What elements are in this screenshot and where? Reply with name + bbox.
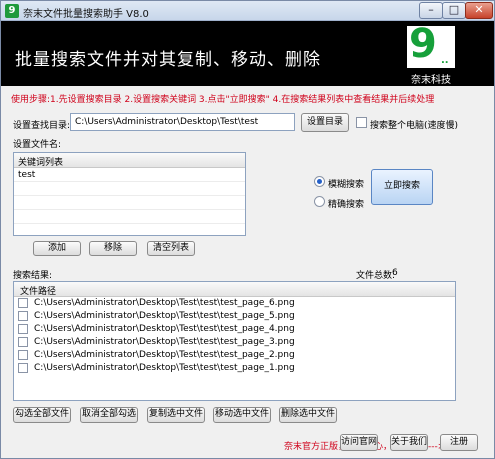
- keyword-list[interactable]: 关键词列表 test: [13, 152, 246, 236]
- result-path: C:\Users\Administrator\Desktop\Test\test…: [34, 311, 295, 321]
- app-icon: 9: [5, 4, 19, 18]
- fuzzy-search-label: 模糊搜索: [328, 180, 365, 190]
- company-logo: 9 ..: [407, 21, 455, 68]
- result-checkbox[interactable]: [18, 298, 28, 308]
- window-title: 奈末文件批量搜索助手 V8.0: [23, 9, 149, 20]
- banner-title: 批量搜索文件并对其复制、移动、删除: [15, 50, 321, 70]
- keyword-row[interactable]: [14, 196, 245, 210]
- results-column-header: 文件路径: [14, 282, 455, 297]
- keyword-row[interactable]: [14, 182, 245, 196]
- result-row[interactable]: C:\Users\Administrator\Desktop\Test\test…: [14, 336, 455, 349]
- about-us-button[interactable]: 关于我们: [390, 434, 428, 451]
- filename-label: 设置文件名:: [13, 140, 62, 150]
- company-name: 奈末科技: [411, 75, 451, 86]
- keyword-row[interactable]: test: [14, 168, 245, 182]
- minimize-button[interactable]: –: [419, 2, 443, 19]
- remove-keyword-button[interactable]: 移除: [89, 241, 137, 256]
- result-path: C:\Users\Administrator\Desktop\Test\test…: [34, 350, 295, 360]
- delete-selected-button[interactable]: 删除选中文件: [279, 407, 337, 423]
- maximize-button[interactable]: □: [442, 2, 466, 19]
- logo-dots: ..: [441, 55, 449, 66]
- close-button[interactable]: ✕: [465, 2, 493, 19]
- result-path: C:\Users\Administrator\Desktop\Test\test…: [34, 363, 295, 373]
- result-row[interactable]: C:\Users\Administrator\Desktop\Test\test…: [14, 297, 455, 310]
- search-whole-pc-label: 搜索整个电脑(速度慢): [370, 121, 459, 131]
- move-selected-button[interactable]: 移动选中文件: [213, 407, 271, 423]
- usage-steps: 使用步骤:1.先设置搜索目录 2.设置搜索关键词 3.点击"立即搜索" 4.在搜…: [11, 95, 435, 105]
- set-dir-button[interactable]: 设置目录: [301, 113, 349, 132]
- app-window: 9 奈末文件批量搜索助手 V8.0 – □ ✕ 批量搜索文件并对其复制、移动、删…: [0, 0, 495, 459]
- result-row[interactable]: C:\Users\Administrator\Desktop\Test\test…: [14, 310, 455, 323]
- deselect-all-button[interactable]: 取消全部勾选: [80, 407, 138, 423]
- register-button[interactable]: 注册: [440, 434, 478, 451]
- result-path: C:\Users\Administrator\Desktop\Test\test…: [34, 324, 295, 334]
- keyword-row[interactable]: [14, 210, 245, 224]
- header-banner: 批量搜索文件并对其复制、移动、删除 9 .. 奈末科技: [1, 21, 494, 86]
- title-bar[interactable]: 9 奈末文件批量搜索助手 V8.0 – □ ✕: [1, 1, 494, 21]
- fuzzy-search-radio[interactable]: [314, 176, 325, 187]
- file-count-value: 6: [392, 268, 398, 278]
- select-all-button[interactable]: 勾选全部文件: [13, 407, 71, 423]
- result-path: C:\Users\Administrator\Desktop\Test\test…: [34, 298, 295, 308]
- result-checkbox[interactable]: [18, 350, 28, 360]
- search-dir-input[interactable]: C:\Users\Administrator\Desktop\Test\test: [70, 113, 295, 131]
- result-checkbox[interactable]: [18, 337, 28, 347]
- result-checkbox[interactable]: [18, 311, 28, 321]
- add-keyword-button[interactable]: 添加: [33, 241, 81, 256]
- result-checkbox[interactable]: [18, 324, 28, 334]
- file-count-label: 文件总数:: [356, 271, 396, 281]
- keyword-list-header: 关键词列表: [14, 153, 245, 168]
- result-row[interactable]: C:\Users\Administrator\Desktop\Test\test…: [14, 323, 455, 336]
- result-path: C:\Users\Administrator\Desktop\Test\test…: [34, 337, 295, 347]
- copy-selected-button[interactable]: 复制选中文件: [147, 407, 205, 423]
- exact-search-radio[interactable]: [314, 196, 325, 207]
- result-row[interactable]: C:\Users\Administrator\Desktop\Test\test…: [14, 349, 455, 362]
- search-dir-label: 设置查找目录:: [13, 121, 71, 131]
- visit-site-button[interactable]: 访问官网: [340, 434, 378, 451]
- results-label: 搜索结果:: [13, 271, 53, 281]
- exact-search-label: 精确搜索: [328, 200, 365, 210]
- search-now-button[interactable]: 立即搜索: [371, 169, 433, 205]
- keyword-row[interactable]: [14, 224, 245, 235]
- clear-list-button[interactable]: 清空列表: [147, 241, 195, 256]
- results-list[interactable]: 文件路径 C:\Users\Administrator\Desktop\Test…: [13, 281, 456, 401]
- search-whole-pc-checkbox[interactable]: [356, 117, 367, 128]
- result-row[interactable]: C:\Users\Administrator\Desktop\Test\test…: [14, 362, 455, 375]
- result-checkbox[interactable]: [18, 363, 28, 373]
